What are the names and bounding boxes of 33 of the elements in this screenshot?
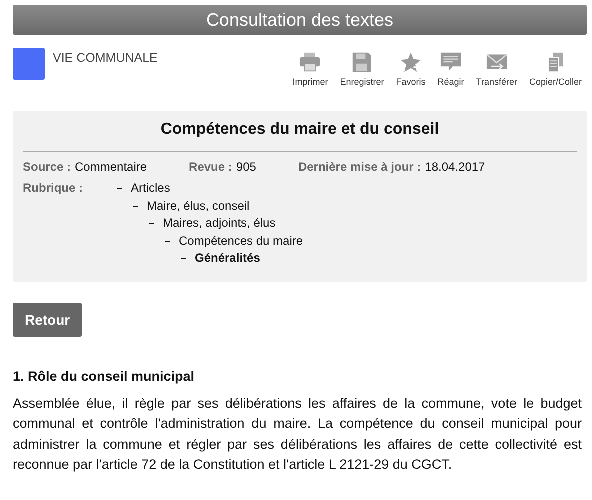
meta-value: 18.04.2017 bbox=[425, 160, 486, 174]
body-paragraph: Assemblée élue, il règle par ses délibérations les affaires de la commune, vote le budget communal et contrôle l'administration du maire. La compétence du conseil municipal pour administrer la commune et régler par ses délibérations les affaires de cette collectivité est reconnue par l'article 72 de la Constitution et l'article L 2121-29 du CGCT. bbox=[13, 394, 582, 474]
dash-icon bbox=[149, 223, 154, 224]
printer-icon bbox=[299, 52, 322, 73]
meta-value: Commentaire bbox=[75, 160, 148, 174]
toolbar-button[interactable]: Copier/Coller bbox=[524, 52, 587, 98]
toolbar-button[interactable]: Enregistrer bbox=[335, 52, 390, 98]
toolbar-button[interactable]: Imprimer bbox=[288, 52, 334, 98]
tree-item: Maire, élus, conseil bbox=[147, 198, 250, 214]
tree-item: Généralités bbox=[195, 250, 260, 267]
tree-item: Maires, adjoints, élus bbox=[163, 215, 276, 232]
toolbar-button[interactable]: Favoris bbox=[391, 52, 431, 98]
meta-value: 905 bbox=[236, 160, 256, 174]
category-label: VIE COMMUNALE bbox=[53, 51, 158, 65]
dash-icon bbox=[133, 206, 138, 207]
dash-icon bbox=[117, 188, 122, 190]
envelope-arrow-icon bbox=[486, 52, 508, 73]
dash-icon bbox=[165, 240, 170, 242]
star-plus-icon bbox=[400, 52, 422, 73]
tree-item: Compétences du maire bbox=[179, 232, 304, 250]
meta-label: Dernière mise à jour : bbox=[298, 160, 422, 174]
meta-label: Revue : bbox=[189, 160, 232, 174]
back-button[interactable]: Retour bbox=[13, 302, 82, 336]
meta-label: Source : bbox=[23, 160, 72, 174]
dash-icon bbox=[181, 258, 186, 260]
toolbar-button[interactable]: Réagir bbox=[432, 52, 470, 98]
section-heading: 1. Rôle du conseil municipal bbox=[13, 368, 196, 384]
tree-item: Articles bbox=[131, 180, 170, 197]
meta-label: Rubrique : bbox=[23, 180, 84, 197]
page-title: Consultation des textes bbox=[206, 10, 394, 30]
speech-bubble-icon bbox=[440, 52, 462, 73]
document-title: Compétences du maire et du conseil bbox=[160, 120, 440, 140]
toolbar-button[interactable]: Transférer bbox=[471, 52, 522, 98]
